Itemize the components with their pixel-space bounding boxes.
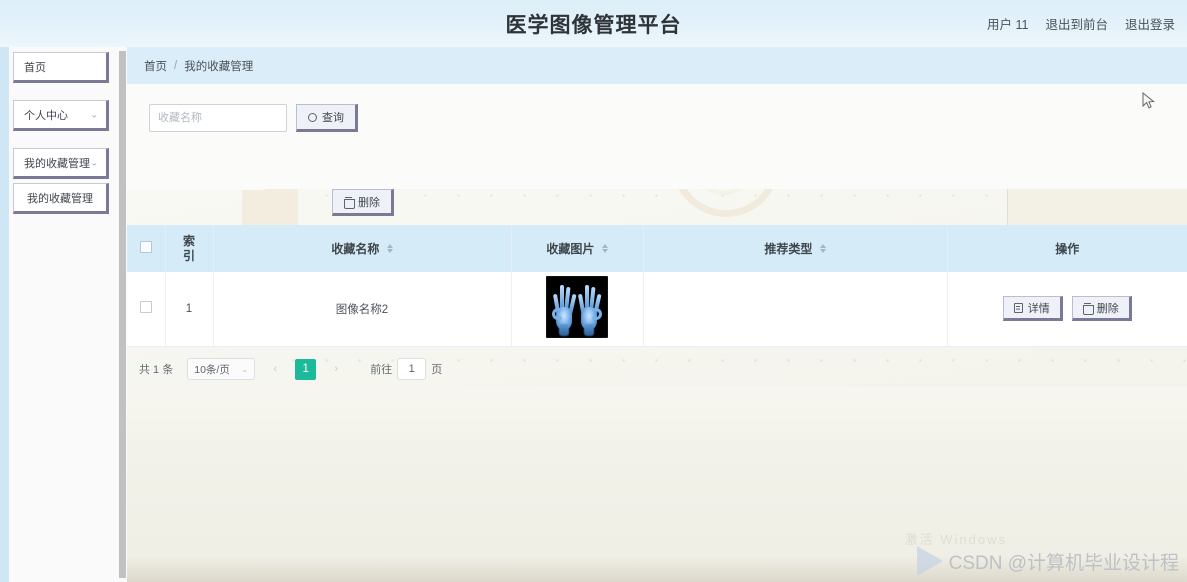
pagination-next-button[interactable]: › (326, 358, 346, 380)
exit-to-frontend-link[interactable]: 退出到前台 (1045, 14, 1108, 33)
search-input[interactable] (149, 104, 287, 132)
table-row: 1 图像名称2 详情 删除 (127, 272, 1187, 347)
chevron-down-icon: ⌄ (90, 157, 98, 167)
xray-hands-icon[interactable] (546, 276, 608, 339)
select-all-checkbox[interactable] (139, 241, 152, 253)
batch-delete-button[interactable]: 删除 (332, 189, 394, 216)
sort-icon[interactable] (601, 244, 608, 254)
document-icon (1013, 302, 1023, 313)
pagination-jump: 前往 页 (370, 358, 442, 380)
row-recommend-type (643, 272, 948, 347)
table-header-favorite-image-label: 收藏图片 (546, 242, 595, 256)
query-button-label: 查询 (322, 112, 344, 124)
favorites-table: 索 引 收藏名称 收藏图片 推荐类型 操作 1 图像名称2 详情 删除 (127, 225, 1187, 347)
table-header-favorite-name[interactable]: 收藏名称 (213, 225, 512, 272)
pagination: 共 1 条 10条/页 ⌄ ‹ 1 › 前往 页 (127, 352, 1187, 386)
chevron-down-icon: ⌄ (241, 364, 249, 374)
csdn-watermark-text: CSDN @计算机毕业设计程 (948, 552, 1179, 574)
breadcrumb-current: 我的收藏管理 (184, 60, 254, 73)
trash-icon (1082, 302, 1094, 315)
row-detail-button[interactable]: 详情 (1002, 296, 1063, 322)
sidebar-item-home[interactable]: 首页 (13, 52, 109, 83)
pagination-prev-button[interactable]: ‹ (265, 358, 285, 380)
sidebar-scrollbar-thumb[interactable] (119, 51, 126, 578)
user-info[interactable]: 用户 11 (987, 14, 1028, 33)
row-favorite-name: 图像名称2 (213, 272, 512, 347)
filter-panel (127, 84, 1187, 189)
breadcrumb-home[interactable]: 首页 (144, 58, 167, 74)
breadcrumb-separator: / (174, 59, 178, 72)
breadcrumb: 首页 / 我的收藏管理 (127, 47, 1187, 84)
trash-icon (344, 196, 355, 209)
page-size-value: 10条/页 (194, 363, 230, 376)
header-actions: 用户 11 退出到前台 退出登录 (987, 0, 1175, 47)
sidebar-menu: 首页 个人中心 ⌄ 我的收藏管理 ⌄ 我的收藏管理 (9, 47, 119, 582)
sidebar-item-label: 我的收藏管理 (24, 157, 90, 170)
table-header-operation: 操作 (947, 225, 1187, 272)
row-delete-label: 删除 (1096, 302, 1119, 315)
row-favorite-image-cell (511, 272, 644, 347)
table-header-operation-label: 操作 (1055, 242, 1080, 256)
row-detail-label: 详情 (1027, 302, 1050, 315)
play-triangle-icon (916, 546, 943, 576)
sort-icon[interactable] (819, 244, 826, 254)
sidebar-item-my-favorites-group[interactable]: 我的收藏管理 ⌄ (13, 148, 109, 179)
pagination-jump-input[interactable] (397, 358, 427, 380)
row-checkbox[interactable] (139, 301, 152, 314)
page-title: 医学图像管理平台 (505, 13, 682, 37)
table-header-index[interactable]: 索 引 (165, 225, 214, 272)
search-bar: 查询 (149, 104, 358, 132)
search-icon (308, 112, 317, 122)
table-header-index-line2: 引 (182, 248, 195, 263)
pagination-jump-suffix: 页 (431, 364, 443, 376)
app-header: 医学图像管理平台 用户 11 退出到前台 退出登录 (0, 0, 1187, 47)
sidebar: 首页 个人中心 ⌄ 我的收藏管理 ⌄ 我的收藏管理 (0, 47, 119, 582)
page-size-select[interactable]: 10条/页 ⌄ (187, 358, 256, 380)
table-header-row: 索 引 收藏名称 收藏图片 推荐类型 操作 (127, 225, 1187, 272)
table-header-favorite-name-label: 收藏名称 (331, 242, 380, 256)
filter-panel-left (127, 84, 265, 190)
sort-icon[interactable] (386, 244, 393, 254)
sidebar-item-my-favorites[interactable]: 我的收藏管理 (13, 183, 109, 214)
row-index: 1 (165, 272, 214, 347)
row-select-cell (127, 272, 166, 347)
batch-delete-label: 删除 (358, 196, 380, 209)
table-header-recommend-type-label: 推荐类型 (764, 242, 813, 256)
pagination-total: 共 1 条 (139, 364, 174, 376)
table-header-select-all (127, 225, 166, 272)
sidebar-item-personal-center[interactable]: 个人中心 ⌄ (13, 100, 109, 131)
table-header-index-line1: 索 (182, 233, 195, 248)
mouse-cursor-icon (1142, 92, 1155, 109)
main-content: 首页 / 我的收藏管理 查询 删除 (127, 47, 1187, 582)
csdn-watermark: CSDN @计算机毕业设计程 (916, 546, 1179, 576)
chevron-down-icon: ⌄ (90, 109, 98, 119)
sidebar-item-label: 个人中心 (24, 109, 68, 122)
row-delete-button[interactable]: 删除 (1071, 296, 1132, 322)
query-button[interactable]: 查询 (296, 104, 358, 132)
logout-link[interactable]: 退出登录 (1125, 14, 1175, 33)
app-window: 医学图像管理平台 用户 11 退出到前台 退出登录 首页 个人中心 ⌄ 我的收藏… (0, 0, 1187, 582)
sidebar-item-label: 我的收藏管理 (27, 192, 93, 205)
batch-toolbar: 删除 (332, 189, 394, 216)
pagination-page-1[interactable]: 1 (295, 358, 317, 380)
row-operation-cell: 详情 删除 (947, 272, 1187, 347)
sidebar-scrollbar[interactable] (119, 47, 127, 582)
table-header-favorite-image[interactable]: 收藏图片 (511, 225, 644, 272)
table-header-recommend-type[interactable]: 推荐类型 (643, 225, 948, 272)
pagination-jump-prefix: 前往 (370, 364, 393, 376)
sidebar-item-label: 首页 (24, 61, 46, 74)
